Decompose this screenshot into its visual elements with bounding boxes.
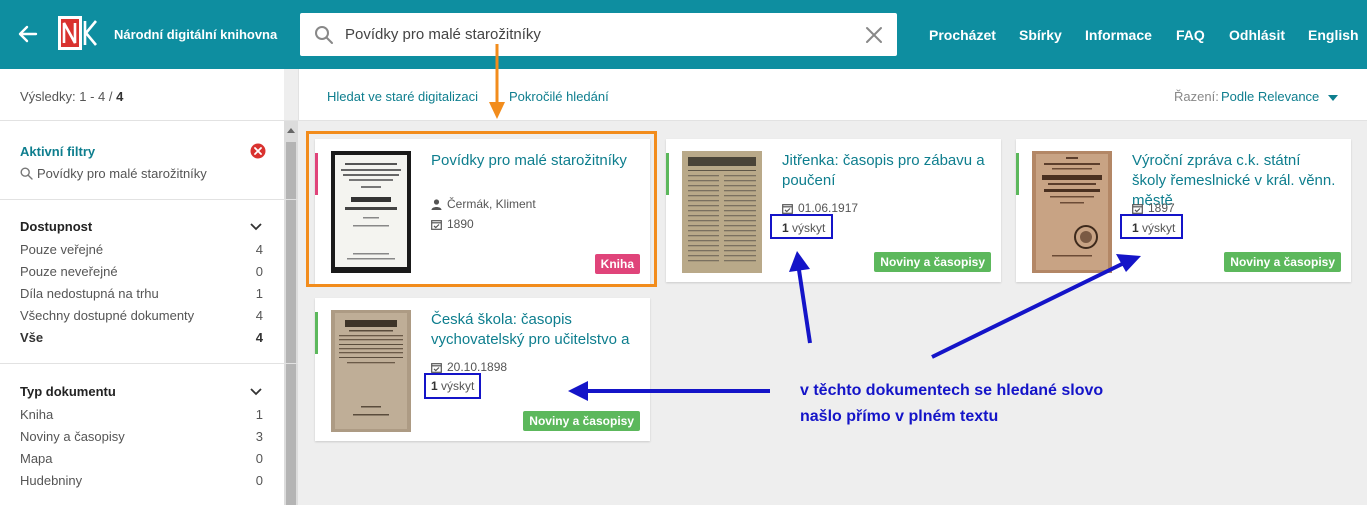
- divider: [0, 199, 298, 200]
- facet-item-selected[interactable]: Vše 4: [20, 330, 263, 345]
- facet-count: 1: [255, 286, 263, 301]
- divider: [0, 120, 298, 121]
- hit-highlight-box: [1120, 214, 1183, 239]
- facet-label: Pouze neveřejné: [20, 264, 118, 279]
- card-accent: [666, 153, 669, 195]
- facet-label: Všechny dostupné dokumenty: [20, 308, 195, 323]
- remove-filters-icon[interactable]: [250, 143, 266, 159]
- caret-down-icon[interactable]: [1328, 95, 1338, 101]
- facet-count: 3: [255, 429, 263, 444]
- search-icon: [20, 167, 33, 180]
- active-filter-value: Povídky pro malé starožitníky: [37, 166, 207, 181]
- facet-item[interactable]: Pouze veřejné 4: [20, 242, 263, 257]
- search-box: [300, 13, 897, 56]
- doctype-badge: Noviny a časopisy: [874, 252, 991, 272]
- calendar-check-icon: [1132, 204, 1143, 214]
- results-range: Výsledky: 1 - 4 /: [20, 89, 117, 104]
- card-accent: [1016, 153, 1019, 195]
- facet-item[interactable]: Hudebniny 0: [20, 473, 263, 488]
- divider: [0, 363, 298, 364]
- facet-count: 0: [255, 473, 263, 488]
- annotation-line: v těchto dokumentech se hledané slovo: [800, 382, 1104, 399]
- result-date: 01.06.1917: [782, 201, 858, 215]
- document-thumbnail[interactable]: [1032, 151, 1112, 273]
- results-count: Výsledky: 1 - 4 / 4: [20, 89, 123, 104]
- facet-count: 1: [255, 407, 263, 422]
- facet-item[interactable]: Díla nedostupná na trhu 1: [20, 286, 263, 301]
- facet-item[interactable]: Kniha 1: [20, 407, 263, 422]
- facet-label: Vše: [20, 330, 44, 345]
- back-arrow-icon[interactable]: [14, 20, 42, 48]
- doctype-badge: Noviny a časopisy: [523, 411, 640, 431]
- highlight-orange-frame: [306, 131, 657, 287]
- divider: [299, 120, 1367, 121]
- calendar-check-icon: [782, 204, 793, 214]
- nav-english[interactable]: English: [1308, 27, 1359, 43]
- nk-logo-icon[interactable]: [58, 16, 98, 50]
- active-filters-title: Aktivní filtry: [20, 144, 96, 159]
- date-value: 01.06.1917: [798, 201, 859, 215]
- old-digitization-link[interactable]: Hledat ve staré digitalizaci: [327, 89, 478, 104]
- sort-label: Řazení:: [1174, 89, 1219, 104]
- facet-label: Kniha: [20, 407, 54, 422]
- annotation-text: v těchto dokumentech se hledané slovo na…: [800, 378, 1180, 430]
- facet-label: Pouze veřejné: [20, 242, 104, 257]
- app-title: Národní digitální knihovna: [114, 27, 278, 42]
- document-thumbnail[interactable]: [682, 151, 762, 273]
- chevron-down-icon[interactable]: [250, 388, 262, 396]
- facet-count: 0: [255, 451, 263, 466]
- date-value: 1897: [1148, 201, 1175, 215]
- result-card[interactable]: Jitřenka: časopis pro zábavu a poučení 0…: [666, 139, 1001, 282]
- result-card[interactable]: Výroční zpráva c.k. státní školy řemesln…: [1016, 139, 1351, 282]
- top-bar: Národní digitální knihovna Procházet Sbí…: [0, 0, 1367, 69]
- result-date: 1897: [1132, 201, 1175, 215]
- facet-label: Hudebniny: [20, 473, 83, 488]
- facet-count: 4: [255, 242, 263, 257]
- date-value: 20.10.1898: [447, 360, 508, 374]
- facet-item[interactable]: Mapa 0: [20, 451, 263, 466]
- facet-count: 4: [255, 330, 263, 345]
- hit-highlight-box: [424, 373, 481, 399]
- nav-sbirky[interactable]: Sbírky: [1019, 27, 1062, 43]
- nav-faq[interactable]: FAQ: [1176, 27, 1205, 43]
- card-accent: [315, 312, 318, 354]
- sort-select[interactable]: Podle Relevance: [1221, 89, 1319, 104]
- nav-prochazet[interactable]: Procházet: [929, 27, 996, 43]
- result-card[interactable]: Česká škola: časopis vychovatelský pro u…: [315, 298, 650, 441]
- advanced-search-link[interactable]: Pokročilé hledání: [509, 89, 609, 104]
- facet-label: Mapa: [20, 451, 53, 466]
- facet-item[interactable]: Pouze neveřejné 0: [20, 264, 263, 279]
- annotation-line: našlo přímo v plném textu: [800, 408, 999, 425]
- results-total: 4: [116, 89, 124, 104]
- facet-availability-title[interactable]: Dostupnost: [20, 219, 92, 234]
- clear-search-icon[interactable]: [865, 26, 883, 44]
- active-filter-chip[interactable]: Povídky pro malé starožitníky: [20, 166, 207, 181]
- search-icon[interactable]: [314, 25, 334, 45]
- facet-item[interactable]: Noviny a časopisy 3: [20, 429, 263, 444]
- facet-item[interactable]: Všechny dostupné dokumenty 4: [20, 308, 263, 323]
- nav-logout[interactable]: Odhlásit: [1229, 27, 1285, 43]
- hit-highlight-box: [770, 214, 833, 239]
- chevron-down-icon[interactable]: [250, 223, 262, 231]
- facet-count: 0: [255, 264, 263, 279]
- calendar-check-icon: [431, 363, 442, 373]
- facet-count: 4: [255, 308, 263, 323]
- nav-informace[interactable]: Informace: [1085, 27, 1152, 43]
- scrollbar-thumb[interactable]: [286, 142, 296, 505]
- result-date: 20.10.1898: [431, 360, 507, 374]
- scroll-up-icon[interactable]: [287, 128, 295, 133]
- result-title[interactable]: Jitřenka: časopis pro zábavu a poučení: [782, 151, 987, 191]
- document-thumbnail[interactable]: [331, 310, 411, 432]
- doctype-badge: Noviny a časopisy: [1224, 252, 1341, 272]
- result-title[interactable]: Česká škola: časopis vychovatelský pro u…: [431, 310, 636, 350]
- facet-doctype-title[interactable]: Typ dokumentu: [20, 384, 116, 399]
- facet-label: Noviny a časopisy: [20, 429, 125, 444]
- search-input[interactable]: [345, 13, 845, 56]
- facet-label: Díla nedostupná na trhu: [20, 286, 159, 301]
- divider: [298, 69, 299, 121]
